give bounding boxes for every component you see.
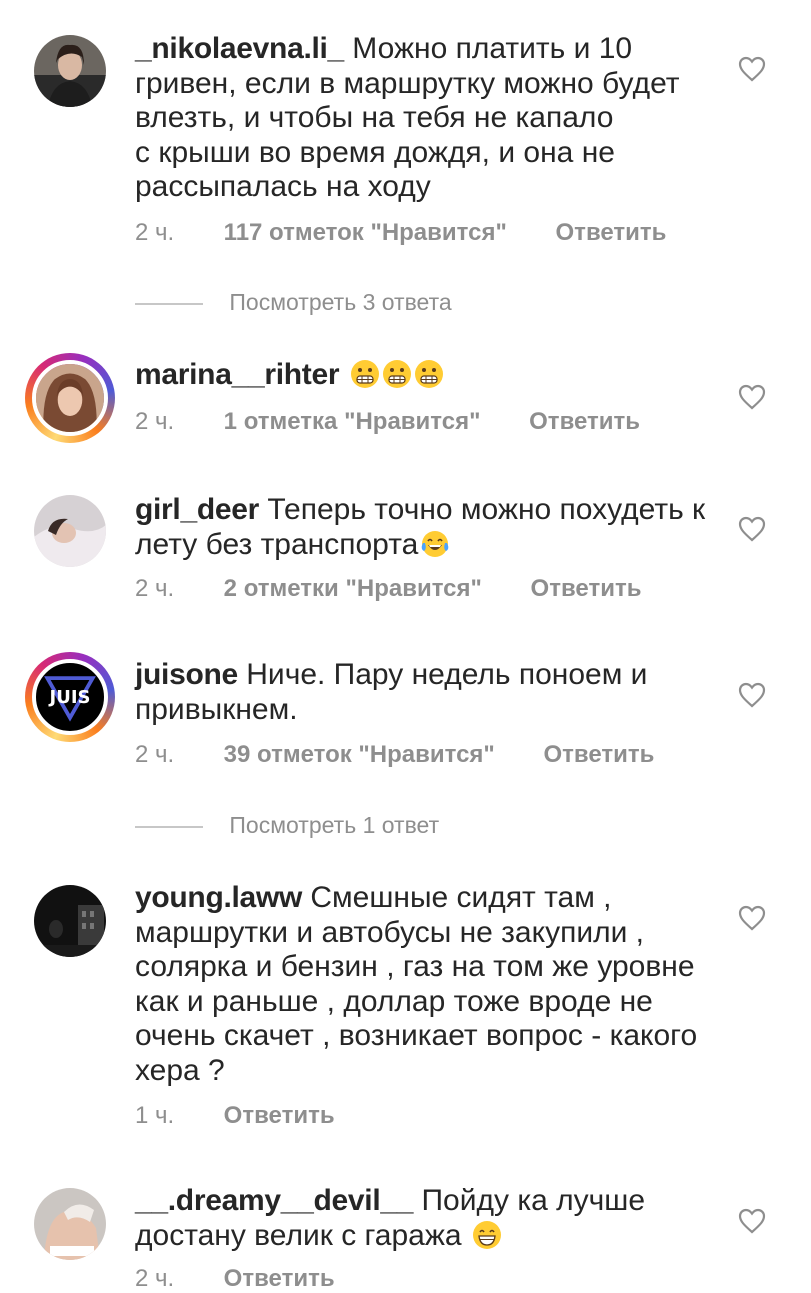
comment-likes-link[interactable]: 117 отметок "Нравится" [224, 219, 507, 247]
comment-meta: 2 ч. 1 отметка "Нравится" Ответить [135, 408, 640, 436]
comment-username[interactable]: girl_deer [135, 493, 259, 526]
heart-outline-icon[interactable] [738, 905, 766, 931]
comment-username[interactable]: marina__rihter [135, 358, 340, 391]
tears-of-joy-emoji [422, 530, 449, 557]
comment-text: __.dreamy__devil__ Пойду ка лучше достан… [135, 1184, 715, 1253]
avatar[interactable]: JUIS [25, 652, 115, 742]
avatar-photo [34, 495, 106, 567]
grimacing-face-emoji [414, 360, 443, 388]
comment-body-line: очень скачет , возникает вопрос - какого [135, 1019, 698, 1052]
view-replies-button[interactable]: Посмотреть 3 ответа [135, 289, 452, 316]
comment-body-line: Ниче. Пару недель поноем и [246, 658, 648, 691]
comment-meta: 1 ч. Ответить [135, 1102, 335, 1130]
view-replies-label: Посмотреть 1 ответ [229, 812, 440, 838]
avatar-logo-text: JUIS [49, 686, 91, 708]
replies-divider [135, 302, 203, 305]
reply-button[interactable]: Ответить [531, 575, 642, 603]
comment-username[interactable]: __.dreamy__devil__ [135, 1184, 413, 1217]
comment-body-line: Пойду ка лучше [421, 1184, 646, 1217]
heart-outline-icon[interactable] [738, 56, 766, 82]
avatar[interactable] [34, 495, 106, 567]
reply-button[interactable]: Ответить [529, 408, 640, 436]
view-replies-label: Посмотреть 3 ответа [229, 289, 452, 315]
comment-body-line: лету без транспорта [135, 527, 419, 561]
comment-body-line: Смешные сидят там , [310, 881, 612, 914]
comment-meta: 2 ч. 117 отметок "Нравится" Ответить [135, 219, 666, 247]
comment-body-line: как и раньше , доллар тоже вроде не [135, 984, 653, 1018]
heart-outline-icon[interactable] [738, 516, 766, 542]
comment-time: 1 ч. [135, 1102, 175, 1129]
heart-outline-icon[interactable] [738, 384, 766, 410]
comment-text: _nikolaevna.li_ Можно платить и 10 гриве… [135, 32, 715, 205]
comment-body-line: солярка и бензин , газ на том же уровне [135, 950, 695, 983]
replies-divider [135, 825, 203, 828]
comment-username[interactable]: _nikolaevna.li_ [135, 32, 344, 65]
avatar[interactable] [34, 1188, 106, 1260]
grimacing-face-emoji [382, 360, 411, 388]
comment-username[interactable]: juisone [135, 658, 238, 691]
view-replies-button[interactable]: Посмотреть 1 ответ [135, 812, 439, 839]
comment-time: 2 ч. [135, 741, 175, 768]
avatar-photo [34, 1188, 106, 1260]
beaming-face-emoji [472, 1220, 501, 1249]
comment-time: 2 ч. [135, 575, 175, 602]
comment-body-line: маршрутки и автобусы не закупили , [135, 915, 645, 949]
comment-likes-link[interactable]: 1 отметка "Нравится" [224, 408, 481, 436]
comment-time: 2 ч. [135, 408, 175, 435]
comment-body-line: рассыпалась на ходу [135, 170, 431, 203]
comment-body-line: Можно платить и 10 [352, 32, 633, 65]
comment-text: young.laww Смешные сидят там , маршрутки… [135, 881, 715, 1088]
comment-text: juisone Ниче. Пару недель поноем и привы… [135, 658, 715, 727]
comment-body-line: Теперь точно можно похудеть к [267, 493, 706, 526]
grimacing-face-emoji [350, 360, 379, 388]
avatar-photo [34, 35, 106, 107]
emoji-group [348, 358, 444, 391]
reply-button[interactable]: Ответить [556, 219, 667, 247]
comment-body-line: достану велик с гаража [135, 1218, 462, 1252]
comment-time: 2 ч. [135, 219, 175, 246]
comment-body-line: хера ? [135, 1053, 225, 1087]
heart-outline-icon[interactable] [738, 1208, 766, 1234]
comment-meta: 2 ч. Ответить [135, 1265, 335, 1293]
avatar[interactable] [34, 35, 106, 107]
comment-body-line: гривен, если в маршрутку можно будет [135, 66, 680, 100]
comment-body-line: привыкнем. [135, 692, 298, 726]
avatar[interactable] [34, 885, 106, 957]
comment-likes-link[interactable]: 39 отметок "Нравится" [224, 741, 495, 769]
comment-text: girl_deer Теперь точно можно похудеть к … [135, 493, 715, 562]
reply-button[interactable]: Ответить [224, 1102, 335, 1130]
comment-meta: 2 ч. 39 отметок "Нравится" Ответить [135, 741, 654, 769]
avatar-photo [36, 364, 104, 432]
comment-meta: 2 ч. 2 отметки "Нравится" Ответить [135, 575, 641, 603]
comment-body-line: влезть, и чтобы на тебя не капало [135, 101, 614, 134]
avatar[interactable] [25, 353, 115, 443]
comment-body-line: с крыши во время дождя, и она не [135, 135, 615, 169]
comment-time: 2 ч. [135, 1265, 175, 1292]
heart-outline-icon[interactable] [738, 682, 766, 708]
comment-likes-link[interactable]: 2 отметки "Нравится" [224, 575, 482, 603]
reply-button[interactable]: Ответить [224, 1265, 335, 1293]
comment-username[interactable]: young.laww [135, 881, 302, 914]
reply-button[interactable]: Ответить [543, 741, 654, 769]
comment-text: marina__rihter [135, 358, 715, 393]
avatar-photo [34, 885, 106, 957]
